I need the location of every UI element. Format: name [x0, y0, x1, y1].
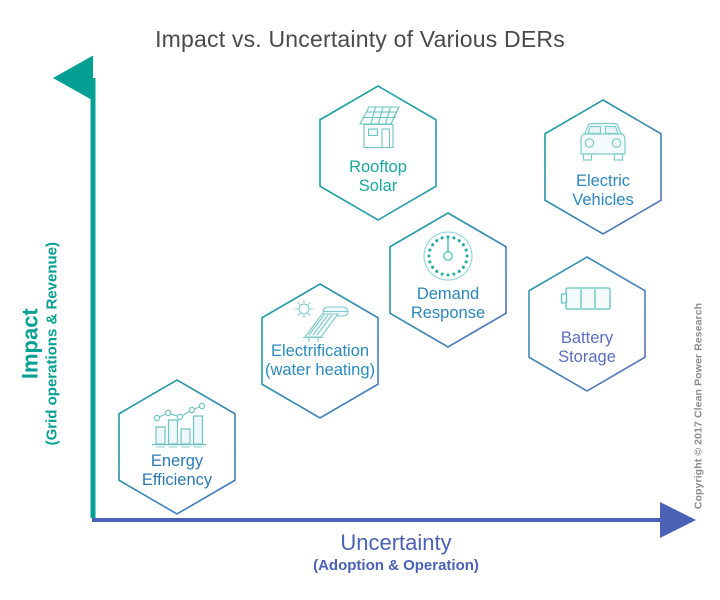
- hexagon-label: Rooftop Solar: [307, 158, 449, 197]
- hexagon-label-line2: Vehicles: [572, 191, 634, 210]
- bar-chart-line-icon: [118, 401, 236, 449]
- x-axis-label: Uncertainty (Adoption & Operation): [92, 530, 700, 575]
- hexagon-label-line2: Storage: [558, 348, 616, 367]
- hexagon-energy-efficiency[interactable]: Energy Efficiency: [118, 379, 236, 515]
- hexagon-label: Electrification (water heating): [249, 342, 391, 381]
- hexagon-label-line1: Demand: [416, 285, 480, 303]
- hexagon-label-line1: Energy: [150, 452, 204, 470]
- copyright-notice: Copyright © 2017 Clean Power Research: [692, 302, 705, 510]
- hexagon-outline: [544, 99, 662, 235]
- hexagon-electrification[interactable]: Electrification (water heating): [261, 283, 379, 419]
- battery-icon: [528, 282, 646, 314]
- hexagon-label: Electric Vehicles: [532, 172, 674, 211]
- x-axis-title: Uncertainty: [340, 530, 452, 555]
- hexagon-label-line2: Efficiency: [141, 471, 213, 490]
- x-axis-subtitle: (Adoption & Operation): [313, 556, 479, 574]
- house-solar-panel-icon: [319, 103, 437, 149]
- hexagon-electric-vehicles[interactable]: Electric Vehicles: [544, 99, 662, 235]
- gauge-meter-icon: [389, 228, 507, 284]
- hexagon-label-line1: Rooftop: [349, 158, 407, 176]
- hexagon-label: Demand Response: [377, 285, 519, 324]
- hexagon-label-line2: Response: [410, 304, 486, 323]
- hexagon-rooftop-solar[interactable]: Rooftop Solar: [319, 85, 437, 221]
- car-front-icon: [544, 121, 662, 163]
- hexagon-label: Battery Storage: [516, 329, 658, 368]
- hexagon-label: Energy Efficiency: [106, 452, 248, 491]
- hexagon-label-line1: Electric: [575, 172, 631, 190]
- chart-canvas: Impact vs. Uncertainty of Various DERs I…: [0, 0, 720, 600]
- hexagon-label-line2: (water heating): [264, 361, 376, 380]
- hexagon-demand-response[interactable]: Demand Response: [389, 212, 507, 348]
- hexagon-label-line2: Solar: [358, 177, 398, 196]
- solar-water-heater-icon: [261, 299, 379, 343]
- hexagon-battery-storage[interactable]: Battery Storage: [528, 256, 646, 392]
- hexagon-label-line1: Battery: [560, 329, 614, 347]
- hexagon-label-line1: Electrification: [270, 342, 370, 360]
- hexagon-outline: [528, 256, 646, 392]
